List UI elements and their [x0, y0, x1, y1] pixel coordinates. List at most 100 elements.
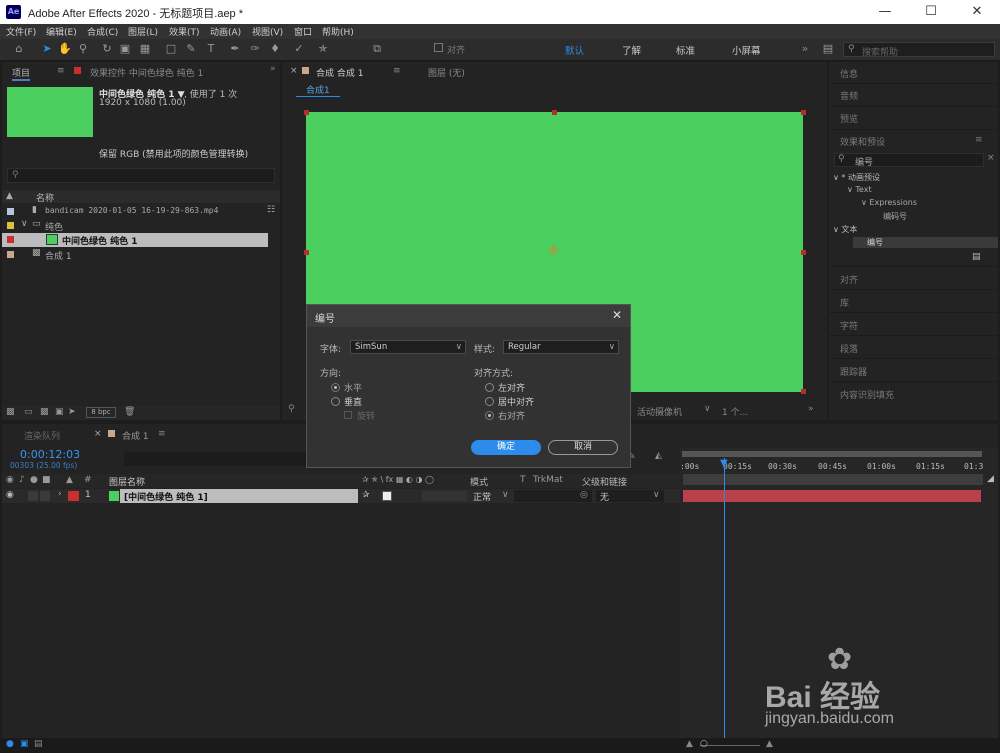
tab-layer[interactable]: 图层 (无) — [428, 66, 465, 79]
brush-tool-icon[interactable]: ✒ — [228, 42, 242, 56]
label-column-icon[interactable]: ▲ — [66, 475, 73, 485]
menu-window[interactable]: 窗口 — [294, 25, 312, 38]
horizontal-radio[interactable] — [331, 383, 340, 392]
switches-header-icons[interactable]: ✰ ✯ \ fx ▦ ◐ ◑ ◯ — [362, 475, 434, 484]
graph-editor-icon[interactable]: ◭ — [655, 451, 662, 461]
views-dropdown[interactable]: 1 个... — [722, 405, 748, 418]
workspace-default[interactable]: 默认 — [565, 43, 584, 57]
label-column-icon[interactable]: ▲ — [6, 191, 13, 201]
tab-project[interactable]: 项目 — [12, 66, 31, 81]
audio-panel-row[interactable]: 音频 — [829, 84, 998, 107]
tree-numbers-effect-selected[interactable]: 编号 — [853, 237, 998, 248]
effects-search-input[interactable]: ⚲ 编号 — [834, 153, 984, 168]
close-window-icon[interactable]: ✕ — [954, 0, 1000, 24]
transform-handle[interactable] — [304, 250, 309, 255]
tree-text-folder[interactable]: ∨ Text — [847, 185, 872, 194]
workspace-small-screen[interactable]: 小屏幕 — [732, 43, 761, 57]
menu-edit[interactable]: 编辑(E) — [46, 25, 77, 38]
label-swatch[interactable] — [7, 222, 14, 229]
clear-search-icon[interactable]: × — [987, 153, 995, 163]
audio-column-icon[interactable]: ♪ — [19, 475, 25, 485]
mode-header[interactable]: 模式 — [470, 475, 488, 488]
layer-label-swatch[interactable] — [68, 491, 79, 501]
clone-stamp-tool-icon[interactable]: ✑ — [248, 42, 262, 56]
playhead-line[interactable] — [724, 458, 725, 738]
snap-icon[interactable]: ⧉ — [370, 42, 384, 56]
tab-timeline-comp[interactable]: 合成 1 — [122, 429, 149, 442]
hand-tool-icon[interactable]: ✋ — [58, 42, 72, 56]
close-tab-icon[interactable]: × — [94, 429, 102, 439]
solo-toggle[interactable] — [28, 491, 38, 501]
menu-view[interactable]: 视图(V) — [252, 25, 283, 38]
style-dropdown[interactable]: Regular ∨ — [503, 340, 619, 354]
active-camera-dropdown[interactable]: 活动摄像机 — [637, 405, 682, 418]
ok-button[interactable]: 确定 — [471, 440, 541, 455]
character-panel-row[interactable]: 字符 — [829, 312, 998, 335]
rectangle-tool-icon[interactable]: □ — [164, 42, 178, 56]
label-swatch[interactable] — [7, 251, 14, 258]
new-folder-icon[interactable]: ▭ — [24, 407, 33, 417]
current-timecode[interactable]: 0:00:12:03 — [20, 448, 80, 461]
playhead-marker-icon[interactable]: ▼ — [720, 458, 728, 469]
selection-tool-icon[interactable]: ➤ — [40, 42, 54, 56]
lock-toggle[interactable] — [40, 491, 50, 501]
rotate-checkbox[interactable] — [344, 411, 352, 419]
tab-effect-controls[interactable]: 效果控件 中间色绿色 纯色 1 — [90, 66, 203, 79]
panel-overflow-icon[interactable]: » — [270, 64, 276, 74]
flowchart-icon[interactable]: ➤ — [68, 407, 76, 417]
menu-animation[interactable]: 动画(A) — [210, 25, 241, 38]
tree-preset-item[interactable]: 编码号 — [883, 211, 907, 222]
menu-layer[interactable]: 图层(L) — [128, 25, 158, 38]
project-search-input[interactable]: ⚲ — [7, 168, 275, 183]
tab-composition[interactable]: 合成 合成 1 — [316, 66, 363, 79]
parent-link-header[interactable]: 父级和链接 — [582, 475, 627, 488]
project-item-row[interactable]: ▩ 合成 1 — [2, 248, 280, 262]
eraser-tool-icon[interactable]: ♦ — [268, 42, 282, 56]
label-swatch[interactable] — [7, 208, 14, 215]
render-time-icon[interactable]: ● — [6, 739, 14, 749]
minimize-icon[interactable]: — — [862, 0, 908, 24]
layer-name-header[interactable]: 图层名称 — [109, 475, 145, 488]
trash-icon[interactable]: 🗑 — [124, 407, 135, 417]
align-center-radio[interactable] — [485, 397, 494, 406]
zoom-out-icon[interactable]: ▲ — [686, 739, 693, 749]
effects-presets-title[interactable]: 效果和预设 — [840, 135, 885, 148]
maximize-icon[interactable]: ☐ — [908, 0, 954, 24]
align-right-radio[interactable] — [485, 411, 494, 420]
panel-menu-icon[interactable]: ≡ — [158, 429, 166, 439]
puppet-tool-icon[interactable]: ✯ — [316, 42, 330, 56]
interpret-footage-icon[interactable]: ▩ — [6, 407, 15, 417]
pen-tool-icon[interactable]: ✎ — [184, 42, 198, 56]
workspace-overflow-icon[interactable]: » — [798, 42, 812, 56]
project-item-row[interactable]: ▮ bandicam 2020-01-05 16-19-29-863.mp4 ☷ — [2, 205, 280, 218]
work-area-end-icon[interactable]: ◢ — [987, 474, 994, 484]
type-tool-icon[interactable]: T — [204, 42, 218, 56]
menu-help[interactable]: 帮助(H) — [322, 25, 354, 38]
transform-handle[interactable] — [801, 389, 806, 394]
rotate-tool-icon[interactable]: ↻ — [100, 42, 114, 56]
close-tab-icon[interactable]: × — [290, 66, 298, 76]
tracker-panel-row[interactable]: 跟踪器 — [829, 358, 998, 381]
workspace-learn[interactable]: 了解 — [622, 43, 641, 57]
tree-expressions-folder[interactable]: ∨ Expressions — [861, 198, 917, 207]
camera-tool-icon[interactable]: ▣ — [118, 42, 132, 56]
cancel-button[interactable]: 取消 — [548, 440, 618, 455]
transform-handle[interactable] — [801, 110, 806, 115]
pan-behind-tool-icon[interactable]: ▦ — [138, 42, 152, 56]
lock-column-icon[interactable]: ■ — [42, 475, 51, 485]
color-settings-icon[interactable]: ▣ — [55, 407, 64, 417]
transform-handle[interactable] — [801, 250, 806, 255]
zoom-slider-handle[interactable]: ○ — [700, 739, 708, 749]
menu-composition[interactable]: 合成(C) — [87, 25, 118, 38]
home-icon[interactable]: ⌂ — [12, 42, 26, 56]
layer-switches[interactable] — [422, 491, 467, 501]
timeline-zoom-slider[interactable] — [700, 745, 760, 746]
align-left-radio[interactable] — [485, 383, 494, 392]
panel-layout-icon[interactable]: ▤ — [821, 42, 835, 56]
magnification-icon[interactable]: ⚲ — [288, 404, 295, 414]
panel-menu-icon[interactable]: ≡ — [393, 66, 401, 76]
quality-switch[interactable] — [382, 491, 392, 501]
layer-name-cell[interactable]: [中间色绿色 纯色 1] — [120, 489, 358, 503]
tree-animation-presets[interactable]: ∨ * 动画预设 — [833, 172, 880, 183]
tree-text-category[interactable]: ∨ 文本 — [833, 224, 857, 235]
